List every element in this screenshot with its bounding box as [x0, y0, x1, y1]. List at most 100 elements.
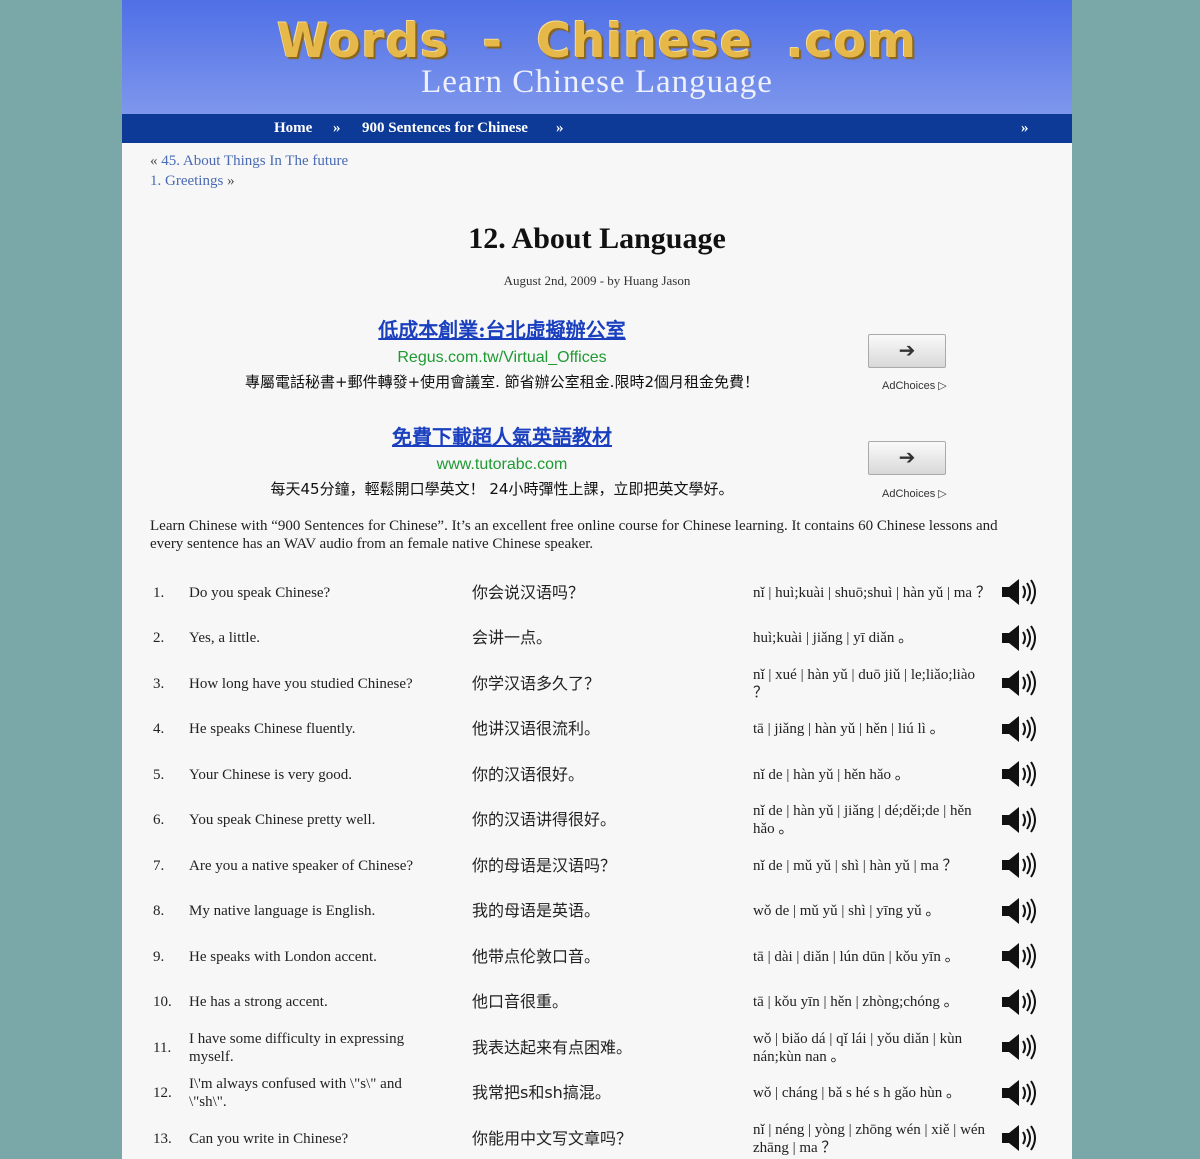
nav-home-link[interactable]: Home — [274, 120, 312, 137]
table-row: 8. My native language is English. 我的母语是英… — [150, 889, 1050, 935]
sentence-number: 2. — [153, 630, 165, 647]
ad-unit: 免費下載超人氣英語教材 www.tutorabc.com 每天45分鐘，輕鬆開口… — [122, 421, 882, 499]
chinese-sentence: 他口音很重。 — [472, 992, 569, 1012]
lesson-table: 1. Do you speak Chinese? 你会说汉语吗？ nǐ | hu… — [150, 570, 1050, 1159]
breadcrumb: Home » 900 Sentences for Chinese » » — [122, 114, 1072, 143]
english-sentence: He speaks Chinese fluently. — [189, 721, 356, 738]
table-row: 5. Your Chinese is very good. 你的汉语很好。 nǐ… — [150, 752, 1050, 798]
pinyin: huì;kuài | jiǎng | yī diǎn 。 — [753, 630, 914, 647]
speaker-icon[interactable] — [1000, 667, 1038, 699]
ad-title-link[interactable]: 免費下載超人氣英語教材 — [122, 421, 882, 450]
pinyin: nǐ de | hàn yǔ | jiǎng | dé;děi;de | hěn… — [753, 803, 972, 838]
sentence-number: 11. — [153, 1039, 172, 1056]
table-row: 10. He has a strong accent. 他口音很重。 tā | … — [150, 980, 1050, 1026]
table-row: 7. Are you a native speaker of Chinese? … — [150, 843, 1050, 889]
post-meta: August 2nd, 2009 - by Huang Jason — [503, 273, 691, 288]
sentence-number: 3. — [153, 675, 165, 692]
table-row: 9. He speaks with London accent. 他带点伦敦口音… — [150, 934, 1050, 980]
speaker-icon[interactable] — [1000, 895, 1038, 927]
english-sentence: He has a strong accent. — [189, 994, 328, 1011]
intro-paragraph: Learn Chinese with “900 Sentences for Ch… — [150, 518, 998, 552]
ad-url[interactable]: Regus.com.tw/Virtual_Offices — [122, 349, 882, 367]
chinese-sentence: 你的汉语讲得很好。 — [472, 810, 617, 830]
prev-post-link[interactable]: 45. About Things In The future — [161, 153, 348, 169]
ad-url[interactable]: www.tutorabc.com — [122, 456, 882, 474]
english-sentence: Do you speak Chinese? — [189, 584, 331, 601]
pinyin: tā | dài | diǎn | lún dūn | kǒu yīn 。 — [753, 948, 960, 965]
adchoices-link[interactable]: AdChoices ▷ — [882, 379, 947, 392]
nav-category-link[interactable]: 900 Sentences for Chinese — [362, 120, 528, 137]
sentence-number: 13. — [153, 1130, 172, 1147]
pinyin: nǐ | xué | hàn yǔ | duō jiǔ | le;liǎo;li… — [753, 666, 975, 701]
speaker-icon[interactable] — [1000, 576, 1038, 608]
nav-separator: » — [333, 120, 341, 136]
speaker-icon[interactable] — [1000, 849, 1038, 881]
speaker-icon[interactable] — [1000, 940, 1038, 972]
table-row: 6. You speak Chinese pretty well. 你的汉语讲得… — [150, 798, 1050, 844]
chinese-sentence: 你的汉语很好。 — [472, 764, 585, 784]
english-sentence: Can you write in Chinese? — [189, 1130, 349, 1147]
table-row: 3. How long have you studied Chinese? 你学… — [150, 661, 1050, 707]
speaker-icon[interactable] — [1000, 1077, 1038, 1109]
sentence-number: 8. — [153, 903, 165, 920]
sentence-number: 12. — [153, 1085, 172, 1102]
english-sentence: Yes, a little. — [189, 630, 260, 647]
table-row: 11. I have some difficulty in expressing… — [150, 1025, 1050, 1071]
english-sentence: Your Chinese is very good. — [189, 766, 353, 783]
next-post-link[interactable]: 1. Greetings — [150, 173, 223, 189]
chinese-sentence: 我常把s和sh搞混。 — [472, 1083, 611, 1103]
ad-description: 專屬電話秘書+郵件轉發+使用會議室. 節省辦公室租金.限時2個月租金免費！ — [245, 373, 759, 391]
english-sentence: He speaks with London accent. — [189, 948, 377, 965]
speaker-icon[interactable] — [1000, 1122, 1038, 1154]
english-sentence: You speak Chinese pretty well. — [189, 812, 376, 829]
speaker-icon[interactable] — [1000, 758, 1038, 790]
post-navigation: « 45. About Things In The future 1. Gree… — [150, 151, 348, 191]
pinyin: wǒ | biǎo dá | qǐ lái | yǒu diǎn | kùn n… — [753, 1030, 963, 1065]
prev-marker: « — [150, 153, 158, 169]
english-sentence: I\'m always confused with \"s\" and \"sh… — [189, 1076, 402, 1111]
pinyin: nǐ de | mǔ yǔ | shì | hàn yǔ | ma ？ — [753, 857, 958, 874]
ad-unit: 低成本創業:台北虛擬辦公室 Regus.com.tw/Virtual_Offic… — [122, 314, 882, 392]
speaker-icon[interactable] — [1000, 1031, 1038, 1063]
site-tagline: Learn Chinese Language — [421, 64, 773, 100]
chinese-sentence: 你的母语是汉语吗？ — [472, 855, 617, 875]
chinese-sentence: 他讲汉语很流利。 — [472, 719, 601, 739]
sentence-number: 10. — [153, 994, 172, 1011]
english-sentence: I have some difficulty in expressing mys… — [189, 1030, 405, 1065]
site-header: Words - Chinese .com Learn Chinese Langu… — [122, 0, 1072, 114]
pinyin: wǒ | cháng | bǎ s hé s h gǎo hùn 。 — [753, 1085, 962, 1102]
chinese-sentence: 他带点伦敦口音。 — [472, 946, 601, 966]
sentence-number: 9. — [153, 948, 165, 965]
speaker-icon[interactable] — [1000, 622, 1038, 654]
pinyin: nǐ de | hàn yǔ | hěn hǎo 。 — [753, 766, 910, 783]
site-logo[interactable]: Words - Chinese .com — [122, 14, 1072, 69]
chinese-sentence: 你会说汉语吗？ — [472, 582, 585, 602]
chinese-sentence: 我的母语是英语。 — [472, 901, 601, 921]
english-sentence: How long have you studied Chinese? — [189, 675, 413, 692]
sentence-number: 5. — [153, 766, 165, 783]
ad-arrow-button[interactable]: ➔ — [868, 334, 946, 368]
speaker-icon[interactable] — [1000, 986, 1038, 1018]
pinyin: tā | kǒu yīn | hěn | zhòng;chóng 。 — [753, 994, 959, 1011]
sentence-number: 7. — [153, 857, 165, 874]
table-row: 4. He speaks Chinese fluently. 他讲汉语很流利。 … — [150, 707, 1050, 753]
page: Words - Chinese .com Learn Chinese Langu… — [122, 0, 1072, 1159]
adchoices-link[interactable]: AdChoices ▷ — [882, 487, 947, 500]
nav-separator: » — [1021, 120, 1029, 136]
english-sentence: Are you a native speaker of Chinese? — [189, 857, 414, 874]
chinese-sentence: 你学汉语多久了？ — [472, 673, 601, 693]
speaker-icon[interactable] — [1000, 804, 1038, 836]
sentence-number: 1. — [153, 584, 165, 601]
pinyin: nǐ | huì;kuài | shuō;shuì | hàn yǔ | ma … — [753, 584, 991, 601]
ad-description: 每天45分鐘，輕鬆開口學英文！ 24小時彈性上課，立即把英文學好。 — [270, 480, 734, 498]
table-row: 12. I\'m always confused with \"s\" and … — [150, 1071, 1050, 1117]
pinyin: nǐ | néng | yòng | zhōng wén | xiě | wén… — [753, 1121, 986, 1156]
pinyin: tā | jiǎng | hàn yǔ | hěn | liú lì 。 — [753, 721, 945, 738]
table-row: 13. Can you write in Chinese? 你能用中文写文章吗？… — [150, 1116, 1050, 1159]
chinese-sentence: 我表达起来有点困难。 — [472, 1037, 633, 1057]
ad-arrow-button[interactable]: ➔ — [868, 441, 946, 475]
page-title: 12. About Language — [468, 222, 726, 255]
nav-separator: » — [556, 120, 564, 136]
ad-title-link[interactable]: 低成本創業:台北虛擬辦公室 — [122, 314, 882, 343]
speaker-icon[interactable] — [1000, 713, 1038, 745]
